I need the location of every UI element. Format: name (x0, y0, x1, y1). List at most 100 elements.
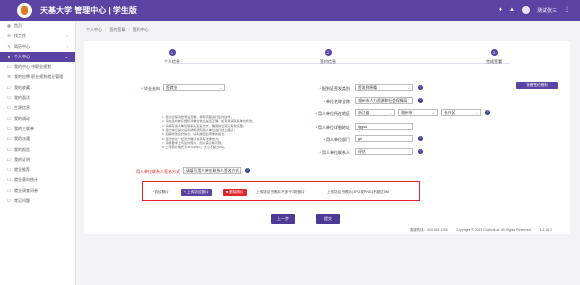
sidebar-item[interactable]: ☐ 就业调查问卷 (0, 186, 75, 196)
contact-signature-label: 用人单位联系人签名方式 (136, 169, 180, 174)
unit-address-input[interactable]: fggsb (355, 123, 413, 130)
sidebar-item[interactable]: ☐ 生源信息 (0, 103, 75, 113)
step-label: 完成签署 (486, 59, 502, 64)
chart-icon: ☐ (7, 177, 11, 183)
submit-button[interactable]: 提交 (316, 214, 340, 224)
sidebar-item-label: 就业意向统计 (14, 177, 38, 183)
sidebar-item-label: 我的证明 (14, 156, 30, 162)
briefcase-icon: ✉ (7, 33, 11, 39)
bell-icon[interactable]: ▲ (509, 7, 515, 13)
help-icon[interactable]: ? (418, 136, 423, 141)
sidebar-item-label: 我的调动 (14, 115, 30, 121)
chevron-icon: › (66, 33, 68, 39)
signing-method-select[interactable]: 签发到原籍 ⌄ (355, 84, 413, 91)
sidebar-item-label: 就业推荐 (14, 167, 30, 173)
chevron-icon: ⌄ (64, 53, 68, 59)
unit-name-input[interactable]: 湖州市人力资源和社会保障局 (355, 97, 413, 104)
recommend-icon: ☐ (7, 167, 11, 173)
sidebar-item[interactable]: ☐ 我的调动 (0, 114, 75, 124)
unit-address-label: *用人单位详细地址 (315, 125, 350, 130)
question-icon: ☐ (7, 198, 11, 204)
sidebar-item[interactable]: ☐ 我的证明 (0, 155, 75, 165)
calendar-icon: ☐ (7, 95, 11, 101)
step-personal-info: 1 个人信息 (142, 49, 202, 65)
sidebar-item[interactable]: ▦ 首页 (0, 21, 75, 31)
signing-notes: 1. 签约过程请登录后查看，按照流程进行签约操作； 2. 请在签约前仔细核对单位信… (162, 115, 320, 150)
sidebar-item[interactable]: ☰ 我的应聘 职业规划就业管理 (0, 72, 75, 82)
unit-contact-input[interactable]: 评估 (355, 148, 413, 155)
sidebar-item-label: 就业调查问卷 (14, 187, 38, 193)
sidebar-item-label: 我的三联单 (14, 125, 34, 131)
delete-photo-button[interactable]: ■ 删除照片 (223, 189, 247, 196)
step-number: 2 (324, 49, 332, 56)
more-menu-icon[interactable]: ⋮ (564, 7, 570, 13)
notification-icon[interactable]: ♦ (499, 7, 502, 13)
chevron-down-icon: ⌄ (432, 111, 435, 115)
city-select[interactable]: 湖州市 ⌄ (398, 109, 438, 116)
sidebar-item[interactable]: ✉ 找工作 › (0, 31, 75, 41)
breadcrumb-item[interactable]: 签约签章 (109, 27, 125, 32)
help-icon[interactable]: ? (245, 168, 250, 173)
breadcrumb: 个人中心 › 签约签章 › 签约中心 (86, 27, 149, 33)
sidebar-item[interactable]: ☐ 常见问题 (0, 196, 75, 206)
step-number: 3 (490, 49, 498, 56)
sidebar-item-label: 我的报告 (14, 146, 30, 152)
prev-step-button[interactable]: 上一步 (271, 214, 295, 224)
sidebar-item[interactable]: ☐ 我的三联单 (0, 124, 75, 134)
sidebar-item-label: 常见问题 (14, 198, 30, 204)
district-select[interactable]: 长兴区 ⌄ (441, 109, 481, 116)
avatar[interactable] (521, 6, 530, 14)
transfer-icon: ☐ (7, 115, 11, 121)
user-icon: ● (7, 53, 11, 59)
employment-type-select[interactable]: 签就业 ⌄ (163, 84, 225, 91)
unit-contact-label: *用人单位联系人 (319, 150, 350, 155)
sidebar-item[interactable]: ☐ 我的收藏 (0, 83, 75, 93)
view-rules-button[interactable]: 查看签约规则 (516, 82, 558, 89)
username[interactable]: 测试张三 (537, 7, 557, 14)
help-icon[interactable]: ? (485, 110, 490, 115)
sidebar-item-label: 我的面试 (14, 95, 30, 101)
unit-dept-input[interactable]: gh (355, 135, 413, 142)
star-icon: ☐ (7, 84, 11, 90)
upload-label: *协议照片 (153, 190, 169, 194)
list-icon: ☰ (7, 74, 11, 80)
signing-method-label: *报到证签发类别 (319, 86, 350, 91)
sidebar-item[interactable]: ● 个人中心 ⌄ (0, 51, 75, 63)
help-icon[interactable]: ? (418, 98, 423, 103)
sidebar-item-label: 简历中心 (14, 43, 30, 49)
step-number: 1 (168, 49, 176, 56)
sidebar-item[interactable]: ☐ 就业意向统计 (0, 175, 75, 185)
footer-hotline: 客服热线：400-061-1166 (410, 228, 448, 232)
step-label: 个人信息 (164, 59, 180, 64)
contact-signature-input[interactable]: 请填写用人单位联系人签名方式 (183, 167, 241, 174)
sidebar-item[interactable]: ☐ 我的面试 (0, 93, 75, 103)
help-icon[interactable]: ? (418, 85, 423, 90)
help-icon[interactable]: ? (418, 149, 423, 154)
form-icon: ☐ (7, 125, 11, 131)
cert-icon: ☐ (7, 156, 11, 162)
sidebar-item-label: 找工作 (14, 33, 26, 39)
resume-icon: ✎ (7, 43, 11, 49)
signing-panel: 1 个人信息 2 签约信息 3 完成签署 查看签约规则 *毕业去向 签就业 ⌄ 用… (84, 41, 570, 234)
breadcrumb-item[interactable]: 个人中心 (86, 27, 102, 32)
info-icon: ☐ (7, 105, 11, 111)
sidebar-item[interactable]: ✎ 简历中心 › (0, 42, 75, 52)
upload-photo-button[interactable]: + 上传协议照片 (181, 189, 212, 196)
province-select[interactable]: 浙江省 ⌄ (355, 109, 395, 116)
sidebar-item[interactable]: ☐ 我的派遣 (0, 134, 75, 144)
doc-icon: ☐ (7, 64, 11, 70)
footer: 客服热线：400-061-1166 Copyright © 2021 GoWork… (410, 227, 560, 232)
sidebar-item[interactable]: ☐ 我的中心 中职业规划 (0, 62, 75, 72)
sidebar-item-label: 我的应聘 职业规划就业管理 (14, 74, 64, 80)
footer-version: 1.2.16.2 (539, 228, 552, 232)
sidebar-item[interactable]: ☐ 我的报告 (0, 145, 75, 155)
top-bar: 天基大学 管理中心 | 学生版 ♦ ▲ 测试张三 ⋮ (0, 0, 580, 21)
sidebar-item-label: 我的收藏 (14, 84, 30, 90)
home-icon: ▦ (7, 23, 11, 28)
unit-dept-label: *用人单位部门 (323, 137, 350, 142)
sidebar-item-label: 个人中心 (14, 53, 30, 59)
sidebar-item[interactable]: ☐ 就业推荐 (0, 165, 75, 175)
breadcrumb-separator-icon: › (105, 27, 107, 32)
sidebar-item-label: 生源信息 (14, 105, 30, 111)
main-content: 个人中心 › 签约签章 › 签约中心 1 个人信息 2 签约信息 3 完成签署 查看签约… (76, 21, 580, 285)
